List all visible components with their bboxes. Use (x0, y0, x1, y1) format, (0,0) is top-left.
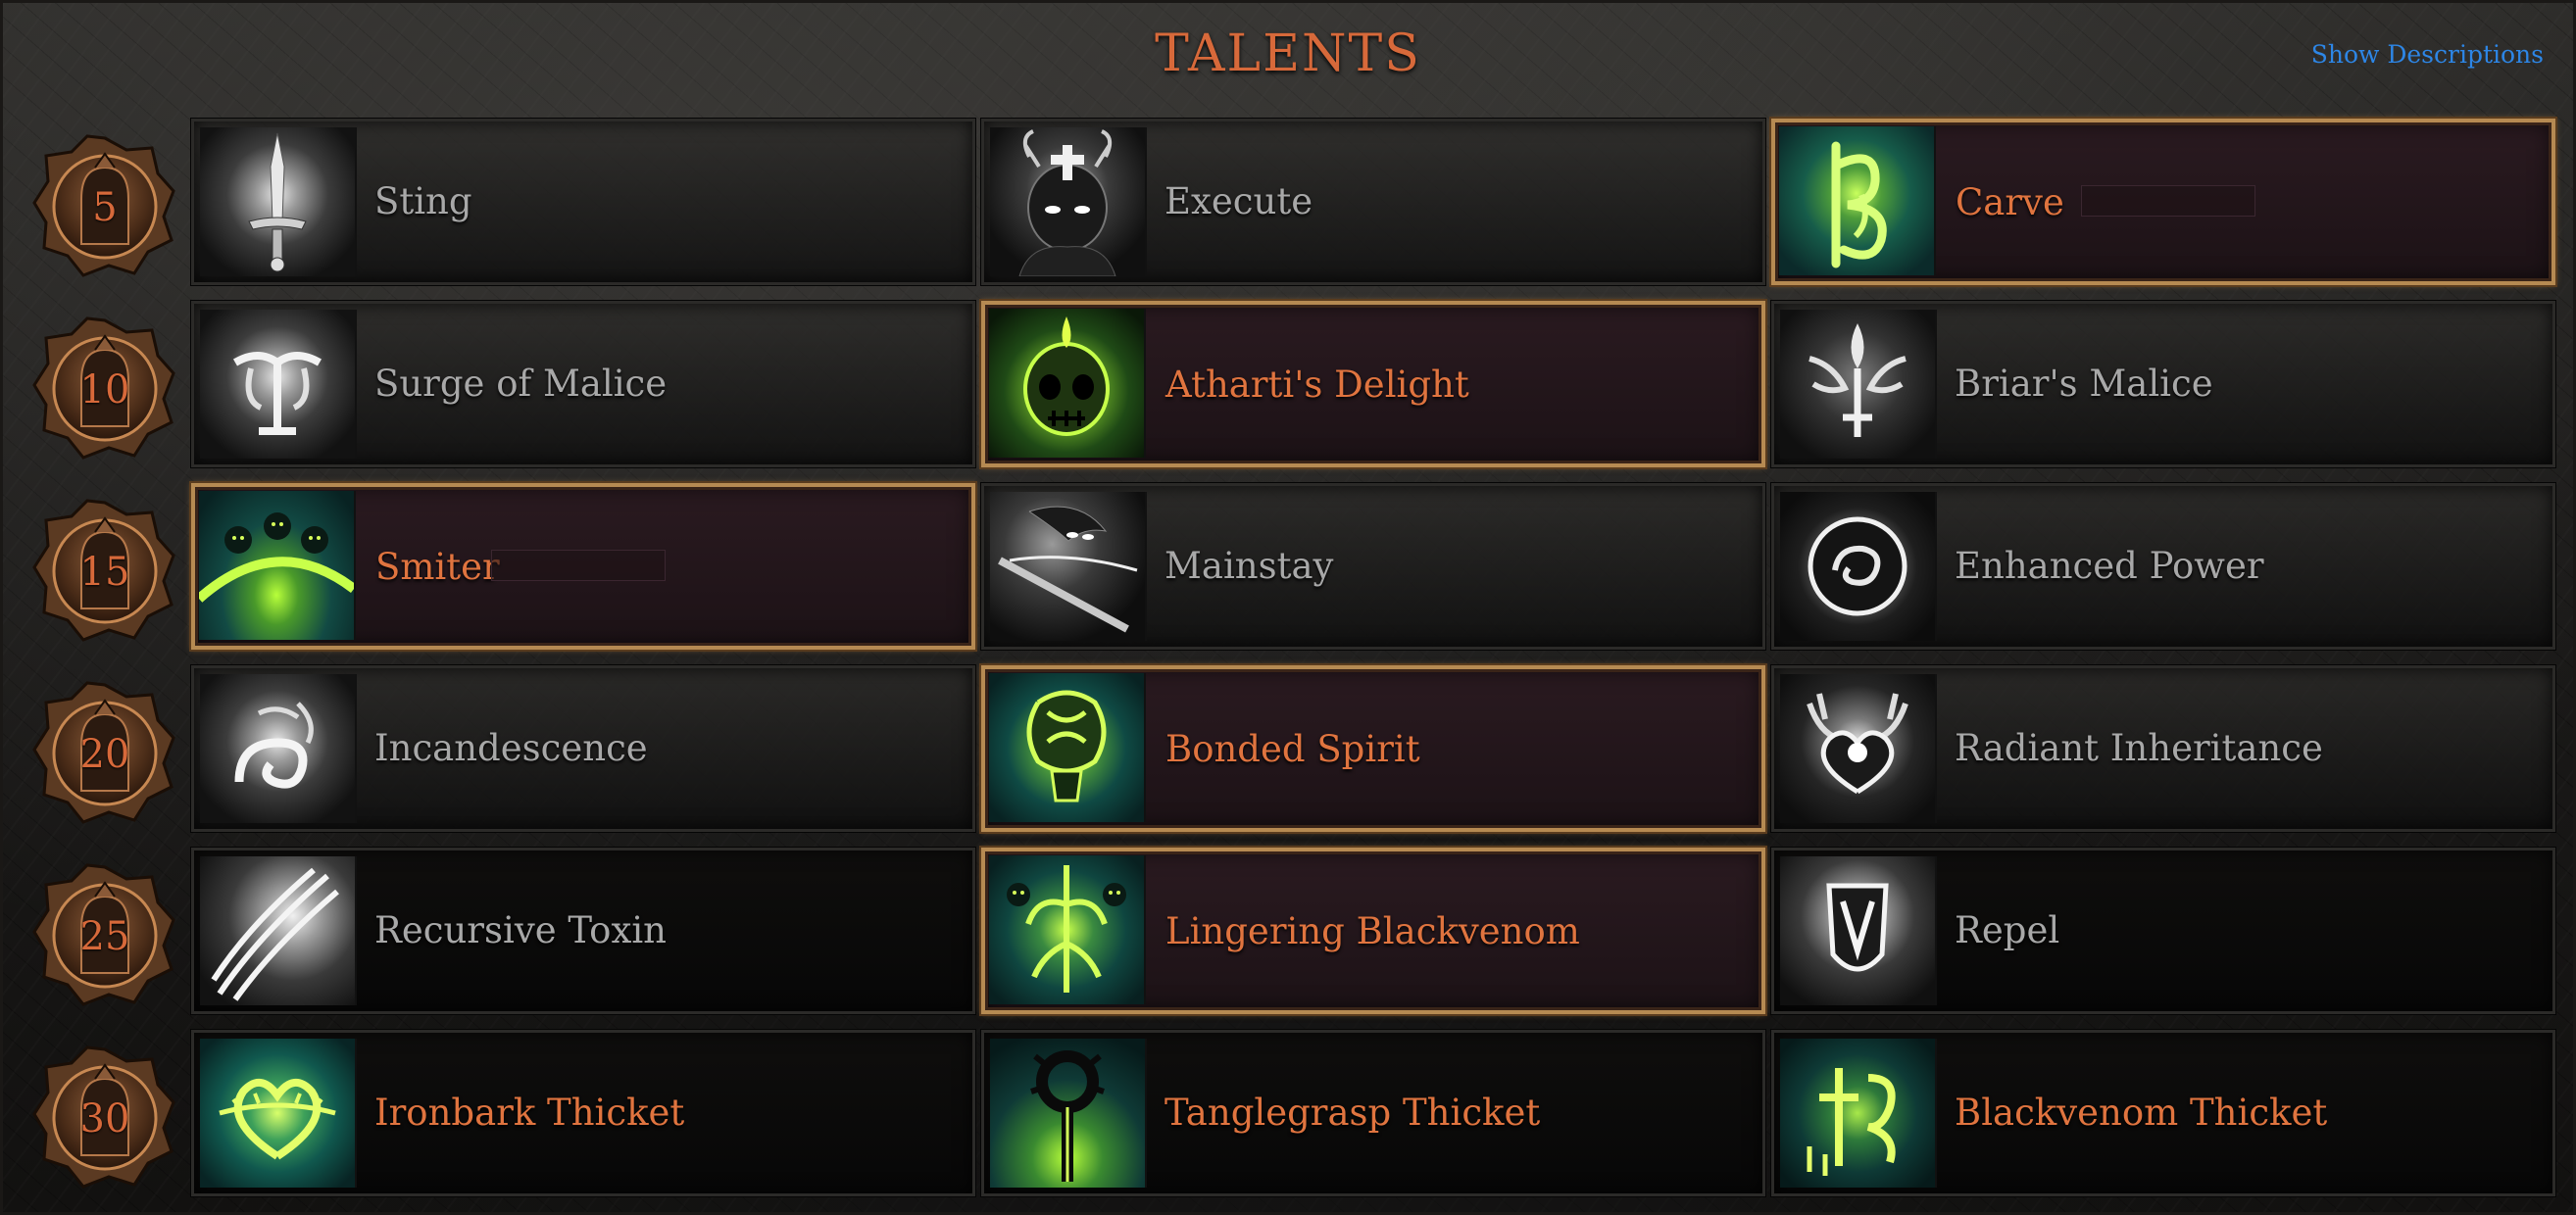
level-number: 5 (92, 185, 118, 230)
level-badge-5: 5 (32, 134, 177, 279)
talent-tanglegrasp-thicket[interactable]: Tanglegrasp Thicket (980, 1029, 1766, 1197)
talent-row-25: 25 Recursive Toxin Lingering Blackvenom … (3, 844, 2576, 1020)
venom-tree-icon (989, 855, 1146, 1004)
talent-name: Mainstay (1164, 545, 1334, 587)
talent-repel[interactable]: Repel (1770, 847, 2556, 1015)
talent-rank-bar (491, 550, 666, 581)
level-badge-20: 20 (32, 681, 177, 826)
talent-incandescence[interactable]: Incandescence (190, 664, 976, 833)
talent-name: Lingering Blackvenom (1165, 910, 1580, 952)
green-skull-icon (989, 309, 1146, 458)
talent-rank-bar (2081, 185, 2255, 217)
talents-panel: TALENTS Show Descriptions 5 Sting Execut… (0, 0, 2576, 1215)
level-badge-10: 10 (32, 316, 177, 462)
talent-row-5: 5 Sting Execute Carve (3, 115, 2576, 291)
page-title: TALENTS (1155, 24, 1421, 83)
talent-name: Radiant Inheritance (1955, 727, 2323, 769)
shield-icon (1780, 856, 1937, 1005)
talent-name: Briar's Malice (1955, 363, 2213, 405)
talent-blackvenom-thicket[interactable]: Blackvenom Thicket (1770, 1029, 2556, 1197)
talent-recursive-toxin[interactable]: Recursive Toxin (190, 847, 976, 1015)
talent-athartis-delight[interactable]: Atharti's Delight (979, 299, 1767, 469)
talent-name: Execute (1164, 180, 1313, 222)
malice-rune-icon (200, 310, 357, 459)
talent-row-15: 15 Smiter Mainstay Enhanced Power (3, 479, 2576, 656)
talent-mainstay[interactable]: Mainstay (980, 482, 1766, 651)
talent-lingering-blackvenom[interactable]: Lingering Blackvenom (979, 846, 1767, 1016)
talent-name: Tanglegrasp Thicket (1164, 1092, 1541, 1134)
level-number: 30 (79, 1096, 130, 1142)
level-number: 10 (79, 367, 130, 413)
briar-emblem-icon (1780, 310, 1937, 459)
talent-name: Smiter (375, 546, 500, 588)
talent-name: Ironbark Thicket (374, 1092, 685, 1134)
power-orb-icon (1780, 492, 1937, 641)
level-number: 20 (79, 732, 130, 777)
talent-sting[interactable]: Sting (190, 118, 976, 286)
talent-execute[interactable]: Execute (980, 118, 1766, 286)
thorn-staff-icon (990, 1039, 1147, 1188)
show-descriptions-link[interactable]: Show Descriptions (2311, 40, 2544, 69)
talent-name: Enhanced Power (1955, 545, 2264, 587)
talent-row-30: 30 Ironbark Thicket Tanglegrasp Thicket … (3, 1026, 2576, 1202)
venom-rune-icon (1780, 1039, 1937, 1188)
talent-carve[interactable]: Carve (1769, 117, 2557, 287)
talent-name: Repel (1955, 909, 2060, 951)
talent-smiter[interactable]: Smiter (189, 481, 977, 652)
talent-name: Carve (1956, 181, 2064, 223)
level-badge-15: 15 (32, 499, 177, 644)
talent-surge-of-malice[interactable]: Surge of Malice (190, 300, 976, 468)
spirit-wave-icon (199, 491, 356, 640)
level-badge-30: 30 (32, 1045, 177, 1191)
carve-rune-icon (1779, 126, 1936, 275)
claw-blade-icon (200, 856, 357, 1005)
hooded-figure-icon (990, 492, 1147, 641)
thorn-heart-icon (200, 1039, 357, 1188)
talent-name: Blackvenom Thicket (1955, 1092, 2328, 1134)
talent-name: Incandescence (374, 727, 648, 769)
talent-radiant-inheritance[interactable]: Radiant Inheritance (1770, 664, 2556, 833)
swirl-rune-icon (200, 674, 357, 823)
talent-briars-malice[interactable]: Briar's Malice (1770, 300, 2556, 468)
talent-enhanced-power[interactable]: Enhanced Power (1770, 482, 2556, 651)
talent-name: Atharti's Delight (1165, 364, 1469, 406)
level-badge-25: 25 (32, 863, 177, 1008)
talent-name: Surge of Malice (374, 363, 668, 405)
bonded-skull-icon (989, 673, 1146, 822)
horned-mask-icon (990, 127, 1147, 276)
talent-bonded-spirit[interactable]: Bonded Spirit (979, 663, 1767, 834)
talent-row-20: 20 Incandescence Bonded Spirit Radiant I… (3, 661, 2576, 838)
level-number: 25 (79, 914, 130, 959)
antler-heart-icon (1780, 674, 1937, 823)
talent-name: Bonded Spirit (1165, 728, 1420, 770)
dagger-icon (200, 127, 357, 276)
level-number: 15 (79, 550, 130, 595)
talent-name: Recursive Toxin (374, 909, 667, 951)
talent-row-10: 10 Surge of Malice Atharti's Delight Bri… (3, 297, 2576, 473)
talent-name: Sting (374, 180, 472, 222)
talent-ironbark-thicket[interactable]: Ironbark Thicket (190, 1029, 976, 1197)
